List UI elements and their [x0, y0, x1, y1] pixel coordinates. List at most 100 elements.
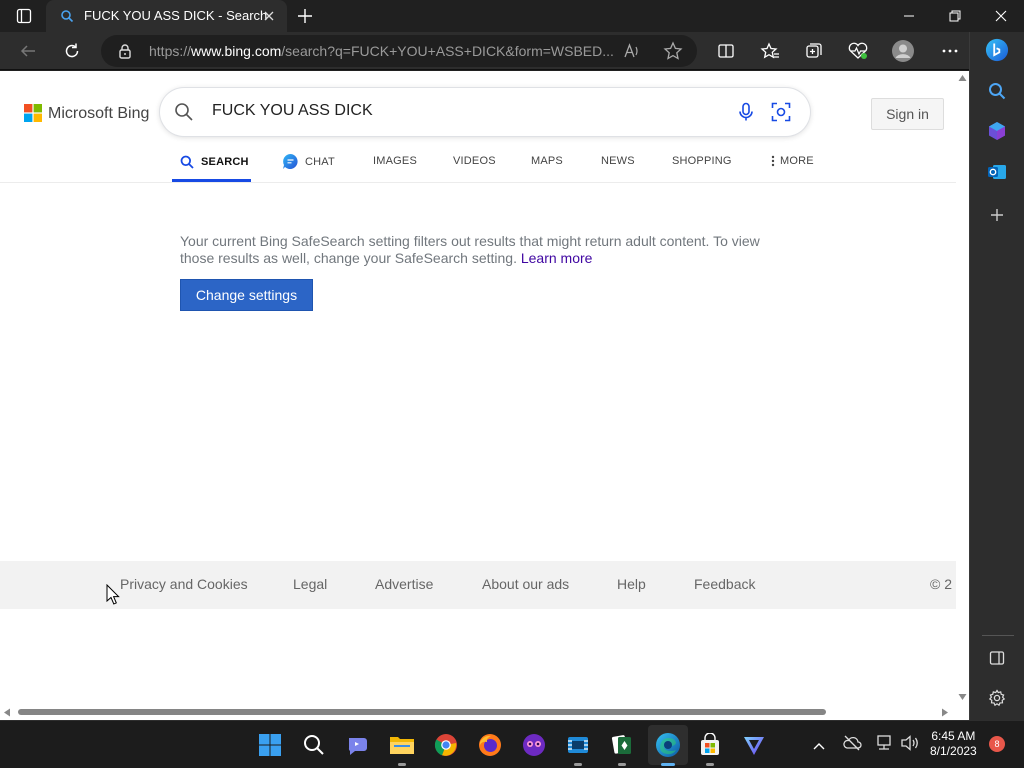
- read-aloud-icon[interactable]: [623, 42, 641, 65]
- app-purple-mask-icon[interactable]: [520, 731, 548, 759]
- bing-copilot-icon[interactable]: [985, 38, 1009, 62]
- clock-date: 8/1/2023: [930, 744, 977, 758]
- minimize-icon[interactable]: [886, 0, 932, 32]
- tab-more[interactable]: MORE: [770, 155, 814, 167]
- tab-title: FUCK YOU ASS DICK - Search: [84, 8, 268, 23]
- search-sidebar-icon[interactable]: [985, 79, 1009, 103]
- title-bar: FUCK YOU ASS DICK - Search: [0, 0, 1024, 32]
- tab-chat[interactable]: CHAT: [282, 153, 335, 170]
- safesearch-message: Your current Bing SafeSearch setting fil…: [180, 233, 780, 267]
- scroll-left-arrow-icon[interactable]: [3, 708, 11, 717]
- search-scope-tabs: SEARCH CHAT IMAGES VIDEOS MAPS NEWS SHOP…: [0, 145, 956, 183]
- outlook-icon[interactable]: [985, 160, 1009, 184]
- video-editor-icon[interactable]: [564, 731, 592, 766]
- footer-link-feedback[interactable]: Feedback: [694, 576, 755, 592]
- teams-chat-icon[interactable]: [344, 731, 372, 759]
- tab-shopping[interactable]: SHOPPING: [672, 155, 732, 167]
- running-indicator: [574, 763, 582, 766]
- active-tab-indicator: [172, 179, 251, 182]
- footer-copyright: © 2: [930, 576, 952, 592]
- clock-time: 6:45 AM: [931, 729, 976, 743]
- restore-icon[interactable]: [932, 0, 978, 32]
- show-hidden-icons-chevron-icon[interactable]: [812, 738, 826, 756]
- search-box[interactable]: FUCK YOU ASS DICK: [160, 88, 810, 136]
- onedrive-offline-icon[interactable]: [842, 734, 862, 757]
- solitaire-icon[interactable]: [608, 731, 636, 766]
- collections-icon[interactable]: [802, 39, 826, 63]
- search-icon[interactable]: [174, 102, 194, 127]
- edge-taskbar-icon[interactable]: [648, 725, 688, 766]
- refresh-icon[interactable]: [60, 39, 84, 63]
- search-input[interactable]: FUCK YOU ASS DICK: [212, 102, 373, 120]
- scroll-right-arrow-icon[interactable]: [941, 708, 949, 717]
- web-page: Microsoft Bing FUCK YOU ASS DICK Sign in…: [0, 71, 956, 703]
- tab-label: SHOPPING: [672, 155, 732, 167]
- settings-more-icon[interactable]: [938, 39, 962, 63]
- browser-tab[interactable]: FUCK YOU ASS DICK - Search: [46, 0, 287, 32]
- vertical-scrollbar[interactable]: [956, 71, 969, 703]
- sidebar-settings-icon[interactable]: [985, 686, 1009, 710]
- url-text: https://www.bing.com/search?q=FUCK+YOU+A…: [149, 43, 614, 59]
- safesearch-text: Your current Bing SafeSearch setting fil…: [180, 233, 760, 266]
- tab-search[interactable]: SEARCH: [180, 155, 249, 169]
- running-indicator: [618, 763, 626, 766]
- logo-text: Microsoft Bing: [48, 105, 150, 122]
- back-icon[interactable]: [16, 39, 40, 63]
- browser-essentials-icon[interactable]: [846, 39, 870, 63]
- footer-link-help[interactable]: Help: [617, 576, 646, 592]
- horizontal-scrollbar[interactable]: [0, 703, 969, 720]
- footer-link-privacy[interactable]: Privacy and Cookies: [120, 576, 248, 592]
- start-button-icon[interactable]: [256, 731, 284, 759]
- learn-more-link[interactable]: Learn more: [521, 250, 593, 266]
- address-bar[interactable]: https://www.bing.com/search?q=FUCK+YOU+A…: [101, 35, 697, 67]
- tab-label: SEARCH: [201, 156, 249, 168]
- tab-close-icon[interactable]: [260, 7, 278, 25]
- lock-icon[interactable]: [117, 43, 133, 64]
- footer-link-legal[interactable]: Legal: [293, 576, 327, 592]
- tab-videos[interactable]: VIDEOS: [453, 155, 496, 167]
- favorite-star-icon[interactable]: [663, 41, 683, 66]
- visual-search-icon[interactable]: [771, 102, 791, 127]
- firefox-icon[interactable]: [476, 731, 504, 759]
- running-indicator: [398, 763, 406, 766]
- running-indicator: [706, 763, 714, 766]
- change-settings-button[interactable]: Change settings: [180, 279, 313, 311]
- microsoft-logo-icon: [24, 104, 42, 122]
- microphone-icon[interactable]: [736, 102, 756, 127]
- tab-label: NEWS: [601, 155, 635, 167]
- microsoft-365-icon[interactable]: [985, 119, 1009, 143]
- chat-icon: [283, 154, 298, 169]
- volume-icon[interactable]: [900, 734, 920, 757]
- tab-images[interactable]: IMAGES: [373, 155, 417, 167]
- footer-link-about-ads[interactable]: About our ads: [482, 576, 569, 592]
- vpn-app-icon[interactable]: [740, 731, 768, 759]
- add-sidebar-app-icon[interactable]: [985, 203, 1009, 227]
- search-tab-icon: [180, 155, 194, 169]
- profile-avatar[interactable]: [891, 39, 915, 63]
- taskbar-search-icon[interactable]: [300, 731, 328, 759]
- notification-badge[interactable]: 8: [989, 736, 1005, 752]
- active-app-indicator: [661, 763, 675, 766]
- tab-actions-icon[interactable]: [10, 6, 38, 26]
- taskbar-clock[interactable]: 6:45 AM 8/1/2023: [930, 729, 977, 759]
- tab-maps[interactable]: MAPS: [531, 155, 563, 167]
- scroll-down-arrow-icon[interactable]: [958, 693, 967, 701]
- scrollbar-thumb[interactable]: [18, 709, 826, 715]
- split-screen-icon[interactable]: [714, 39, 738, 63]
- sign-in-button[interactable]: Sign in: [871, 98, 944, 130]
- file-explorer-icon[interactable]: [388, 731, 416, 766]
- edge-sidebar: [969, 32, 1024, 720]
- tab-news[interactable]: NEWS: [601, 155, 635, 167]
- scroll-up-arrow-icon[interactable]: [958, 74, 967, 82]
- tab-label: VIDEOS: [453, 155, 496, 167]
- close-window-icon[interactable]: [978, 0, 1024, 32]
- browser-toolbar: https://www.bing.com/search?q=FUCK+YOU+A…: [0, 32, 1024, 70]
- footer-link-advertise[interactable]: Advertise: [375, 576, 433, 592]
- microsoft-store-icon[interactable]: [696, 731, 724, 766]
- hide-sidebar-icon[interactable]: [985, 646, 1009, 670]
- new-tab-icon[interactable]: [293, 4, 317, 28]
- tab-label: MAPS: [531, 155, 563, 167]
- chrome-icon[interactable]: [432, 731, 460, 759]
- network-icon[interactable]: [874, 734, 894, 757]
- favorites-icon[interactable]: [758, 39, 782, 63]
